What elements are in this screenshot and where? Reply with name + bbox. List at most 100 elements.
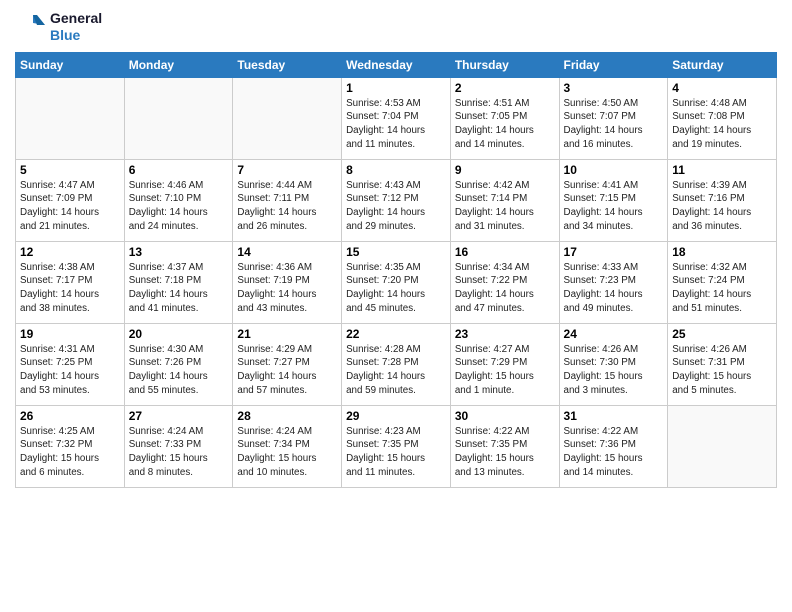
day-number: 19 xyxy=(20,327,120,341)
day-info: Sunrise: 4:29 AMSunset: 7:27 PMDaylight:… xyxy=(237,343,337,398)
day-info: Sunrise: 4:46 AMSunset: 7:10 PMDaylight:… xyxy=(129,179,229,234)
day-header-sunday: Sunday xyxy=(16,52,125,77)
day-info: Sunrise: 4:42 AMSunset: 7:14 PMDaylight:… xyxy=(455,179,555,234)
day-info: Sunrise: 4:38 AMSunset: 7:17 PMDaylight:… xyxy=(20,261,120,316)
day-info: Sunrise: 4:23 AMSunset: 7:35 PMDaylight:… xyxy=(346,425,446,480)
day-number: 1 xyxy=(346,81,446,95)
calendar-day-23: 23 Sunrise: 4:27 AMSunset: 7:29 PMDayligh… xyxy=(450,323,559,405)
day-number: 28 xyxy=(237,409,337,423)
calendar-week-4: 19 Sunrise: 4:31 AMSunset: 7:25 PMDayligh… xyxy=(16,323,777,405)
day-number: 15 xyxy=(346,245,446,259)
calendar-day-22: 22 Sunrise: 4:28 AMSunset: 7:28 PMDayligh… xyxy=(342,323,451,405)
day-number: 8 xyxy=(346,163,446,177)
day-info: Sunrise: 4:22 AMSunset: 7:35 PMDaylight:… xyxy=(455,425,555,480)
logo-svg xyxy=(15,11,47,43)
calendar-week-3: 12 Sunrise: 4:38 AMSunset: 7:17 PMDayligh… xyxy=(16,241,777,323)
calendar-empty xyxy=(668,405,777,487)
day-number: 2 xyxy=(455,81,555,95)
calendar-day-2: 2Sunrise: 4:51 AMSunset: 7:05 PMDaylight… xyxy=(450,77,559,159)
day-info: Sunrise: 4:41 AMSunset: 7:15 PMDaylight:… xyxy=(564,179,664,234)
day-number: 24 xyxy=(564,327,664,341)
day-number: 5 xyxy=(20,163,120,177)
calendar-day-3: 3 Sunrise: 4:50 AMSunset: 7:07 PMDaylight… xyxy=(559,77,668,159)
day-number: 27 xyxy=(129,409,229,423)
calendar-day-16: 16 Sunrise: 4:34 AMSunset: 7:22 PMDayligh… xyxy=(450,241,559,323)
calendar-day-24: 24 Sunrise: 4:26 AMSunset: 7:30 PMDayligh… xyxy=(559,323,668,405)
header: General Blue xyxy=(15,10,777,44)
day-info: Sunrise: 4:27 AMSunset: 7:29 PMDaylight:… xyxy=(455,343,555,398)
calendar-empty xyxy=(233,77,342,159)
day-info: Sunrise: 4:37 AMSunset: 7:18 PMDaylight:… xyxy=(129,261,229,316)
day-number: 6 xyxy=(129,163,229,177)
day-info: Sunrise: 4:24 AMSunset: 7:34 PMDaylight:… xyxy=(237,425,337,480)
logo: General Blue xyxy=(15,10,102,44)
day-info: Sunrise: 4:22 AMSunset: 7:36 PMDaylight:… xyxy=(564,425,664,480)
calendar-day-31: 31 Sunrise: 4:22 AMSunset: 7:36 PMDayligh… xyxy=(559,405,668,487)
calendar-day-21: 21Sunrise: 4:29 AMSunset: 7:27 PMDayligh… xyxy=(233,323,342,405)
day-number: 3 xyxy=(564,81,664,95)
day-header-wednesday: Wednesday xyxy=(342,52,451,77)
day-info: Sunrise: 4:48 AMSunset: 7:08 PMDaylight:… xyxy=(672,97,772,152)
day-header-friday: Friday xyxy=(559,52,668,77)
day-info: Sunrise: 4:31 AMSunset: 7:25 PMDaylight:… xyxy=(20,343,120,398)
day-info: Sunrise: 4:30 AMSunset: 7:26 PMDaylight:… xyxy=(129,343,229,398)
calendar-week-2: 5 Sunrise: 4:47 AMSunset: 7:09 PMDaylight… xyxy=(16,159,777,241)
calendar-day-14: 14 Sunrise: 4:36 AMSunset: 7:19 PMDayligh… xyxy=(233,241,342,323)
day-info: Sunrise: 4:28 AMSunset: 7:28 PMDaylight:… xyxy=(346,343,446,398)
calendar-empty xyxy=(16,77,125,159)
day-number: 29 xyxy=(346,409,446,423)
calendar-day-29: 29 Sunrise: 4:23 AMSunset: 7:35 PMDayligh… xyxy=(342,405,451,487)
day-info: Sunrise: 4:50 AMSunset: 7:07 PMDaylight:… xyxy=(564,97,664,152)
calendar-day-5: 5 Sunrise: 4:47 AMSunset: 7:09 PMDaylight… xyxy=(16,159,125,241)
calendar-day-19: 19 Sunrise: 4:31 AMSunset: 7:25 PMDayligh… xyxy=(16,323,125,405)
day-info: Sunrise: 4:44 AMSunset: 7:11 PMDaylight:… xyxy=(237,179,337,234)
day-header-thursday: Thursday xyxy=(450,52,559,77)
day-info: Sunrise: 4:39 AMSunset: 7:16 PMDaylight:… xyxy=(672,179,772,234)
day-number: 16 xyxy=(455,245,555,259)
calendar-day-9: 9Sunrise: 4:42 AMSunset: 7:14 PMDaylight… xyxy=(450,159,559,241)
calendar-day-20: 20 Sunrise: 4:30 AMSunset: 7:26 PMDayligh… xyxy=(124,323,233,405)
day-info: Sunrise: 4:47 AMSunset: 7:09 PMDaylight:… xyxy=(20,179,120,234)
day-info: Sunrise: 4:34 AMSunset: 7:22 PMDaylight:… xyxy=(455,261,555,316)
calendar-day-12: 12 Sunrise: 4:38 AMSunset: 7:17 PMDayligh… xyxy=(16,241,125,323)
day-number: 13 xyxy=(129,245,229,259)
day-number: 30 xyxy=(455,409,555,423)
day-number: 12 xyxy=(20,245,120,259)
day-info: Sunrise: 4:26 AMSunset: 7:30 PMDaylight:… xyxy=(564,343,664,398)
day-number: 22 xyxy=(346,327,446,341)
day-number: 18 xyxy=(672,245,772,259)
calendar-day-27: 27 Sunrise: 4:24 AMSunset: 7:33 PMDayligh… xyxy=(124,405,233,487)
calendar-day-8: 8Sunrise: 4:43 AMSunset: 7:12 PMDaylight… xyxy=(342,159,451,241)
calendar-week-1: 1 Sunrise: 4:53 AMSunset: 7:04 PMDaylight… xyxy=(16,77,777,159)
day-number: 23 xyxy=(455,327,555,341)
day-info: Sunrise: 4:25 AMSunset: 7:32 PMDaylight:… xyxy=(20,425,120,480)
day-number: 31 xyxy=(564,409,664,423)
calendar-table: SundayMondayTuesdayWednesdayThursdayFrid… xyxy=(15,52,777,488)
day-number: 11 xyxy=(672,163,772,177)
day-number: 26 xyxy=(20,409,120,423)
day-number: 7 xyxy=(237,163,337,177)
day-info: Sunrise: 4:36 AMSunset: 7:19 PMDaylight:… xyxy=(237,261,337,316)
logo-general: General xyxy=(50,10,102,27)
day-info: Sunrise: 4:53 AMSunset: 7:04 PMDaylight:… xyxy=(346,97,446,152)
calendar-day-6: 6 Sunrise: 4:46 AMSunset: 7:10 PMDaylight… xyxy=(124,159,233,241)
day-number: 20 xyxy=(129,327,229,341)
day-header-saturday: Saturday xyxy=(668,52,777,77)
day-info: Sunrise: 4:26 AMSunset: 7:31 PMDaylight:… xyxy=(672,343,772,398)
logo-text-block: General Blue xyxy=(50,10,102,44)
calendar-day-11: 11 Sunrise: 4:39 AMSunset: 7:16 PMDayligh… xyxy=(668,159,777,241)
logo-graphic: General Blue xyxy=(15,10,102,44)
calendar-week-5: 26 Sunrise: 4:25 AMSunset: 7:32 PMDayligh… xyxy=(16,405,777,487)
day-info: Sunrise: 4:35 AMSunset: 7:20 PMDaylight:… xyxy=(346,261,446,316)
calendar-empty xyxy=(124,77,233,159)
calendar-day-4: 4 Sunrise: 4:48 AMSunset: 7:08 PMDaylight… xyxy=(668,77,777,159)
day-header-tuesday: Tuesday xyxy=(233,52,342,77)
day-info: Sunrise: 4:24 AMSunset: 7:33 PMDaylight:… xyxy=(129,425,229,480)
calendar-day-18: 18Sunrise: 4:32 AMSunset: 7:24 PMDayligh… xyxy=(668,241,777,323)
day-number: 17 xyxy=(564,245,664,259)
calendar-day-26: 26 Sunrise: 4:25 AMSunset: 7:32 PMDayligh… xyxy=(16,405,125,487)
day-number: 14 xyxy=(237,245,337,259)
day-number: 4 xyxy=(672,81,772,95)
page-container: General Blue SundayMondayTuesdayWednesda… xyxy=(0,0,792,612)
logo-blue: Blue xyxy=(50,27,102,44)
